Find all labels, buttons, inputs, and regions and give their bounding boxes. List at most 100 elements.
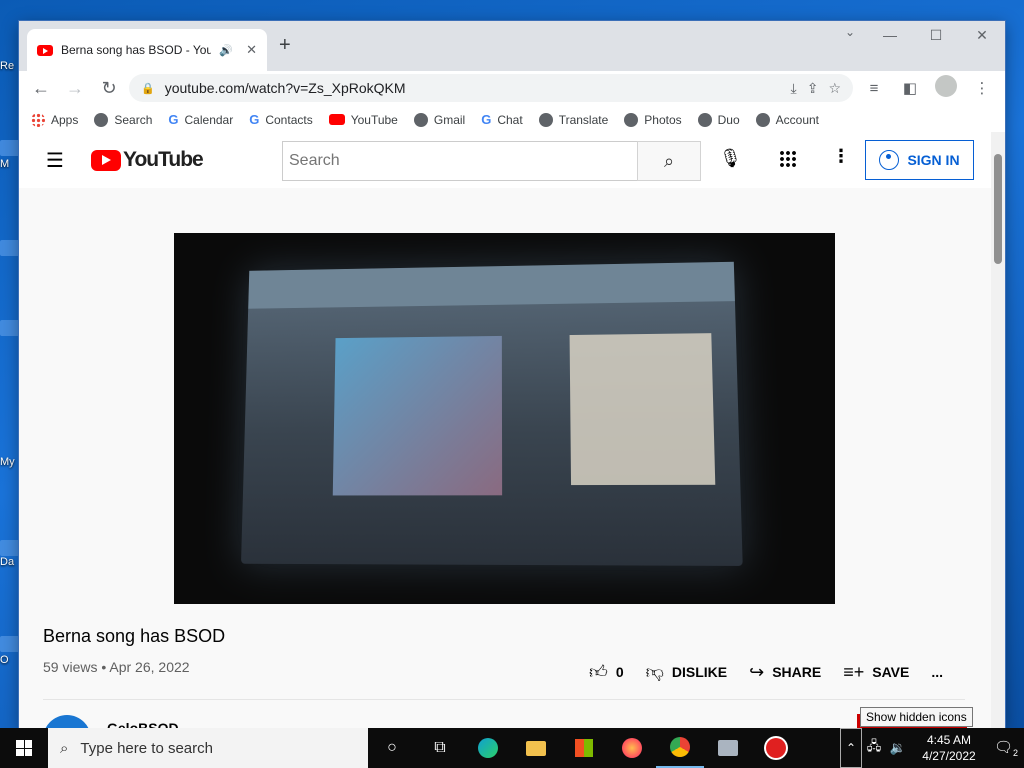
bookmark-youtube[interactable]: YouTube <box>328 113 398 127</box>
close-window-button[interactable]: ✕ <box>959 21 1005 51</box>
desktop-icon[interactable] <box>0 636 20 652</box>
microsoft-store-icon[interactable] <box>560 728 608 768</box>
video-actions: 👍︎ 0 👎︎ DISLIKE ↪ SHARE ≡+ SAVE ... <box>589 661 943 683</box>
channel-name[interactable]: GeloBSOD <box>107 720 179 728</box>
cortana-icon[interactable]: ○ <box>368 728 416 768</box>
scrollbar-thumb[interactable] <box>994 154 1002 264</box>
share-button[interactable]: ↪ SHARE <box>749 662 821 683</box>
youtube-play-icon <box>91 149 121 171</box>
desktop-icon-label[interactable]: O <box>0 654 9 666</box>
apps-grid-icon[interactable] <box>779 150 797 168</box>
youtube-favicon-icon <box>37 44 53 56</box>
start-button[interactable] <box>0 728 48 768</box>
app-icon[interactable] <box>704 728 752 768</box>
lock-icon[interactable]: 🔒 <box>141 82 155 95</box>
logo-text: YouTube <box>123 148 204 171</box>
profile-avatar[interactable] <box>931 75 961 101</box>
hamburger-menu-icon[interactable]: ☰ <box>35 148 75 173</box>
thumbs-down-icon: 👎︎ <box>645 662 664 682</box>
volume-icon[interactable]: 🔉 <box>886 740 910 756</box>
close-tab-icon[interactable]: ✕ <box>246 42 257 58</box>
desktop-icon-label[interactable]: M <box>0 158 9 170</box>
bookmark-star-icon[interactable]: ☆ <box>828 80 841 97</box>
search-icon: ⌕ <box>663 151 675 171</box>
clock-date: 4/27/2022 <box>922 749 976 763</box>
reload-button[interactable]: ↻ <box>95 74 123 102</box>
bookmark-calendar[interactable]: G Calendar <box>168 111 233 127</box>
window-controls: — ☐ ✕ <box>867 21 1005 51</box>
desktop-icon[interactable] <box>0 540 20 556</box>
youtube-logo[interactable]: YouTube <box>91 148 204 172</box>
bookmark-duo[interactable]: Duo <box>697 112 740 127</box>
sign-in-label: SIGN IN <box>907 152 960 168</box>
network-icon[interactable]: 🖧 <box>862 737 886 759</box>
notification-center-icon[interactable]: 🗨2 <box>988 738 1024 758</box>
video-player[interactable] <box>174 233 835 604</box>
search-button[interactable]: ⌕ <box>637 141 701 181</box>
minimize-button[interactable]: — <box>867 21 913 51</box>
more-options-icon[interactable]: ⋮ <box>832 146 850 167</box>
clock-time: 4:45 AM <box>926 733 972 747</box>
share-icon[interactable]: ⇪ <box>807 80 819 97</box>
bookmark-label: Account <box>775 112 819 127</box>
bookmark-contacts[interactable]: G Contacts <box>249 111 312 127</box>
bookmark-label: Chat <box>497 112 523 127</box>
microphone-icon[interactable]: 🎙 <box>719 148 742 169</box>
bookmark-label: Search <box>114 112 153 127</box>
forward-button[interactable]: → <box>61 74 89 102</box>
install-icon[interactable]: ⤓ <box>791 80 797 97</box>
tab-youtube[interactable]: Berna song has BSOD - YouT 🔊 ✕ <box>27 29 267 71</box>
desktop-icon[interactable] <box>0 320 20 336</box>
file-explorer-icon[interactable] <box>512 728 560 768</box>
google-icon: G <box>168 111 179 127</box>
search-input[interactable]: Search <box>282 141 638 181</box>
bookmark-translate[interactable]: Translate <box>538 112 609 127</box>
maximize-button[interactable]: ☐ <box>913 21 959 51</box>
scrollbar[interactable] <box>991 132 1005 728</box>
desktop-icon[interactable] <box>0 140 20 156</box>
tab-search-chevron-icon[interactable]: ⌄ <box>845 25 855 39</box>
sign-in-button[interactable]: SIGN IN <box>865 140 974 180</box>
side-panel-icon[interactable]: ◧ <box>895 79 925 97</box>
bookmark-account[interactable]: Account <box>755 112 819 127</box>
chrome-menu-icon[interactable]: ⋮ <box>967 79 997 97</box>
media-control-icon[interactable]: ≡ <box>859 80 889 97</box>
speaker-icon[interactable]: 🔊 <box>219 44 233 57</box>
bookmark-label: Translate <box>558 112 609 127</box>
desktop-icon-label[interactable]: My <box>0 456 15 468</box>
bookmark-photos[interactable]: Photos <box>624 112 682 127</box>
bookmark-search[interactable]: Search <box>94 112 153 127</box>
tab-strip: Berna song has BSOD - YouT 🔊 ✕ + ⌄ — ☐ ✕ <box>19 21 1005 71</box>
desktop-icon[interactable] <box>0 240 20 256</box>
address-bar[interactable]: 🔒 youtube.com/watch?v=Zs_XpRokQKM ⤓ ⇪ ☆ <box>129 74 853 102</box>
bookmark-label: Gmail <box>433 112 466 127</box>
desktop-icon-label[interactable]: Da <box>0 556 14 568</box>
bookmark-gmail[interactable]: Gmail <box>413 112 466 127</box>
windows-logo-icon <box>16 740 32 756</box>
google-icon: G <box>249 111 260 127</box>
clock[interactable]: 4:45 AM 4/27/2022 <box>910 732 988 764</box>
taskbar-search[interactable]: ⌕ Type here to search <box>48 728 368 768</box>
more-actions-button[interactable]: ... <box>931 664 943 680</box>
task-view-icon[interactable]: ⧉ <box>416 728 464 768</box>
url-text[interactable]: youtube.com/watch?v=Zs_XpRokQKM <box>165 80 781 96</box>
back-button[interactable]: ← <box>27 74 55 102</box>
bookmark-apps[interactable]: Apps <box>31 112 78 127</box>
show-hidden-icons-chevron-icon[interactable]: ⌃ <box>840 728 862 768</box>
chrome-window: Berna song has BSOD - YouT 🔊 ✕ + ⌄ — ☐ ✕… <box>19 21 1005 728</box>
firefox-icon[interactable] <box>608 728 656 768</box>
desktop-icon-label[interactable]: Re <box>0 60 14 72</box>
like-button[interactable]: 👍︎ 0 <box>589 661 624 683</box>
save-button[interactable]: ≡+ SAVE <box>843 662 909 683</box>
new-tab-button[interactable]: + <box>279 34 291 57</box>
dislike-button[interactable]: 👎︎ DISLIKE <box>646 661 728 683</box>
bookmark-chat[interactable]: G Chat <box>481 112 523 127</box>
video-frame <box>240 261 743 566</box>
chrome-icon[interactable] <box>656 728 704 768</box>
edge-icon[interactable] <box>464 728 512 768</box>
record-icon[interactable] <box>752 728 800 768</box>
playlist-add-icon: ≡+ <box>843 661 865 682</box>
apps-grid-icon <box>31 112 45 127</box>
channel-avatar[interactable] <box>43 715 91 728</box>
globe-icon <box>755 112 770 127</box>
